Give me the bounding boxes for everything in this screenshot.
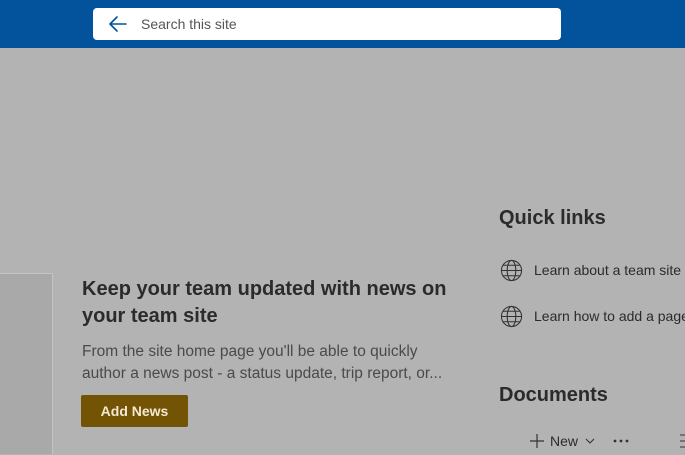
documents-toolbar: New bbox=[530, 430, 629, 452]
news-thumbnail-placeholder bbox=[0, 273, 53, 454]
add-news-button[interactable]: Add News bbox=[81, 395, 188, 427]
chevron-down-icon bbox=[585, 438, 595, 444]
quick-link-item[interactable]: Learn how to add a page bbox=[499, 304, 685, 328]
new-document-button[interactable]: New bbox=[530, 433, 595, 449]
documents-title: Documents bbox=[499, 384, 608, 406]
quick-link-item[interactable]: Learn about a team site bbox=[499, 258, 681, 282]
new-button-label: New bbox=[550, 433, 579, 449]
quick-link-label: Learn how to add a page bbox=[534, 308, 685, 324]
back-arrow-icon[interactable] bbox=[107, 13, 129, 35]
search-box[interactable]: Search this site bbox=[93, 8, 561, 40]
more-options-icon[interactable] bbox=[613, 439, 629, 443]
globe-icon bbox=[499, 258, 523, 282]
site-header-bar: Search this site bbox=[0, 0, 685, 48]
news-description: From the site home page you'll be able t… bbox=[82, 343, 443, 382]
search-input[interactable]: Search this site bbox=[141, 16, 237, 32]
plus-icon bbox=[530, 434, 544, 448]
quick-links-title: Quick links bbox=[499, 207, 606, 229]
news-heading: Keep your team updated with news on your… bbox=[82, 278, 447, 327]
quick-link-label: Learn about a team site bbox=[534, 262, 682, 278]
globe-icon bbox=[499, 304, 523, 328]
view-options-icon[interactable] bbox=[679, 432, 685, 450]
